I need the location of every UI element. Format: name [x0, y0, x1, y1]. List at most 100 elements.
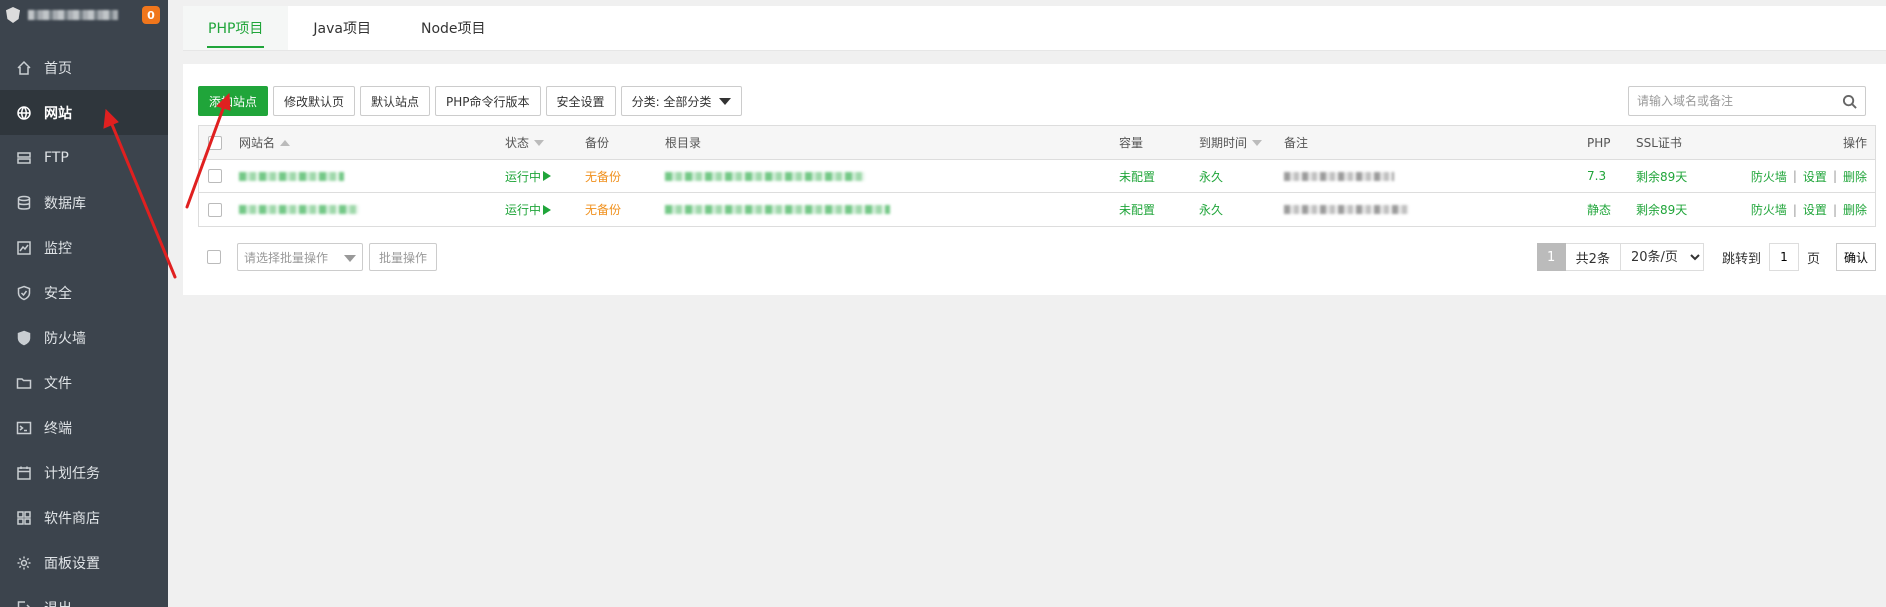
php-version[interactable]: 7.3	[1587, 160, 1606, 192]
ssl-status[interactable]: 剩余89天	[1636, 160, 1687, 192]
backup-link[interactable]: 无备份	[585, 160, 621, 192]
database-icon	[17, 195, 31, 210]
root-dir-redacted[interactable]	[665, 171, 865, 181]
header-ops: 操作	[1842, 136, 1867, 150]
backup-link[interactable]: 无备份	[585, 193, 621, 226]
header-php: PHP	[1587, 135, 1611, 150]
sidebar-item-settings[interactable]: 面板设置	[0, 540, 168, 585]
table-footer: 请选择批量操作 批量操作 1 共2条 20条/页 跳转到 页 确认	[198, 242, 1876, 272]
edit-default-page-button[interactable]: 修改默认页	[273, 86, 356, 116]
monitor-icon	[17, 240, 31, 255]
header-status[interactable]: 状态	[505, 126, 545, 159]
jump-page-input[interactable]	[1768, 243, 1799, 271]
add-site-button[interactable]: 添加站点	[198, 86, 269, 116]
tab-php[interactable]: PHP项目	[183, 6, 289, 50]
table-header: 网站名 状态 备份 根目录 容量 到期时间 备注 PHP SSL证书 操作	[199, 126, 1875, 160]
toolbar: 添加站点 修改默认页 默认站点 PHP命令行版本 安全设置 分类: 全部分类	[198, 86, 1866, 116]
header-status-label: 状态	[505, 136, 530, 150]
sidebar: 0 首页 网站 FTP 数据库 监控 安全 防火墙 文件 终端 计划任务 软件商…	[0, 0, 168, 607]
play-icon	[543, 204, 552, 215]
sort-icon	[534, 139, 545, 146]
header-quota: 容量	[1119, 136, 1144, 150]
tab-node[interactable]: Node项目	[396, 6, 511, 50]
globe-icon	[17, 105, 31, 120]
batch-operation-select[interactable]: 请选择批量操作	[237, 243, 363, 271]
sidebar-item-label: 防火墙	[44, 330, 86, 347]
logout-icon	[17, 600, 31, 607]
expire-link[interactable]: 永久	[1199, 160, 1223, 192]
default-site-button[interactable]: 默认站点	[360, 86, 431, 116]
sidebar-nav: 首页 网站 FTP 数据库 监控 安全 防火墙 文件 终端 计划任务 软件商店 …	[0, 45, 168, 607]
tab-java[interactable]: Java项目	[288, 6, 396, 50]
sidebar-item-ftp[interactable]: FTP	[0, 135, 168, 180]
caret-down-icon	[344, 255, 356, 262]
sidebar-item-terminal[interactable]: 终端	[0, 405, 168, 450]
page-size-select[interactable]: 20条/页	[1619, 243, 1704, 271]
sidebar-item-monitor[interactable]: 监控	[0, 225, 168, 270]
quota-link[interactable]: 未配置	[1119, 193, 1155, 226]
root-dir-redacted[interactable]	[665, 205, 890, 214]
header-remark: 备注	[1284, 136, 1309, 150]
category-label: 分类: 全部分类	[631, 94, 712, 109]
status-running[interactable]: 运行中	[505, 160, 552, 192]
logo-icon	[6, 7, 20, 23]
row-checkbox[interactable]	[208, 169, 222, 183]
separator: |	[1792, 202, 1797, 217]
sidebar-item-logout[interactable]: 退出	[0, 585, 168, 607]
remark-redacted[interactable]	[1284, 205, 1409, 214]
sidebar-item-security[interactable]: 安全	[0, 270, 168, 315]
jump-label: 跳转到	[1721, 251, 1761, 267]
security-settings-button[interactable]: 安全设置	[545, 86, 616, 116]
sidebar-item-website[interactable]: 网站	[0, 90, 168, 135]
header-expire-label: 到期时间	[1199, 136, 1248, 150]
settings-link[interactable]: 设置	[1803, 168, 1827, 185]
header-name[interactable]: 网站名	[239, 126, 291, 159]
expire-link[interactable]: 永久	[1199, 193, 1223, 226]
sidebar-item-home[interactable]: 首页	[0, 45, 168, 90]
footer-select-all-checkbox[interactable]	[207, 250, 221, 264]
search-input[interactable]	[1629, 87, 1842, 115]
firewall-icon	[17, 330, 31, 345]
sidebar-item-cron[interactable]: 计划任务	[0, 450, 168, 495]
status-running[interactable]: 运行中	[505, 193, 552, 226]
header-ssl: SSL证书	[1636, 136, 1682, 150]
confirm-jump-button[interactable]: 确认	[1835, 243, 1876, 271]
batch-operation-button[interactable]: 批量操作	[369, 243, 438, 271]
header-backup: 备份	[585, 136, 610, 150]
sidebar-item-label: 软件商店	[44, 510, 100, 527]
sidebar-item-label: 计划任务	[44, 465, 100, 482]
folder-icon	[16, 377, 32, 389]
row-checkbox[interactable]	[208, 202, 222, 217]
quota-link[interactable]: 未配置	[1119, 160, 1155, 192]
site-name-redacted[interactable]	[239, 205, 359, 214]
table-row: 运行中 无备份 未配置 永久 静态 剩余89天 防火墙 | 设置 | 删除	[199, 193, 1875, 226]
category-dropdown[interactable]: 分类: 全部分类	[620, 86, 743, 116]
sidebar-item-label: 监控	[44, 240, 72, 257]
calendar-icon	[17, 466, 31, 480]
separator: |	[1832, 169, 1837, 183]
sidebar-item-label: FTP	[44, 149, 69, 166]
php-cli-version-button[interactable]: PHP命令行版本	[435, 86, 541, 116]
site-name-redacted[interactable]	[239, 171, 344, 181]
firewall-link[interactable]: 防火墙	[1751, 201, 1787, 218]
sidebar-item-firewall[interactable]: 防火墙	[0, 315, 168, 360]
remark-redacted[interactable]	[1284, 171, 1394, 181]
php-version[interactable]: 静态	[1587, 193, 1611, 226]
sidebar-item-store[interactable]: 软件商店	[0, 495, 168, 540]
sidebar-item-label: 退出	[44, 598, 72, 607]
current-page[interactable]: 1	[1536, 243, 1566, 271]
total-count: 共2条	[1565, 243, 1621, 271]
header-expire[interactable]: 到期时间	[1199, 126, 1263, 159]
row-ops: 防火墙 | 设置 | 删除	[1751, 160, 1867, 192]
delete-link[interactable]: 删除	[1843, 168, 1867, 185]
settings-link[interactable]: 设置	[1803, 201, 1827, 218]
sidebar-item-files[interactable]: 文件	[0, 360, 168, 405]
search-icon[interactable]	[1842, 94, 1857, 109]
sidebar-item-label: 首页	[44, 60, 72, 77]
delete-link[interactable]: 删除	[1843, 201, 1867, 218]
firewall-link[interactable]: 防火墙	[1751, 168, 1787, 185]
sidebar-item-database[interactable]: 数据库	[0, 180, 168, 225]
notification-badge[interactable]: 0	[142, 6, 160, 24]
ssl-status[interactable]: 剩余89天	[1636, 193, 1687, 226]
select-all-checkbox[interactable]	[208, 135, 222, 150]
